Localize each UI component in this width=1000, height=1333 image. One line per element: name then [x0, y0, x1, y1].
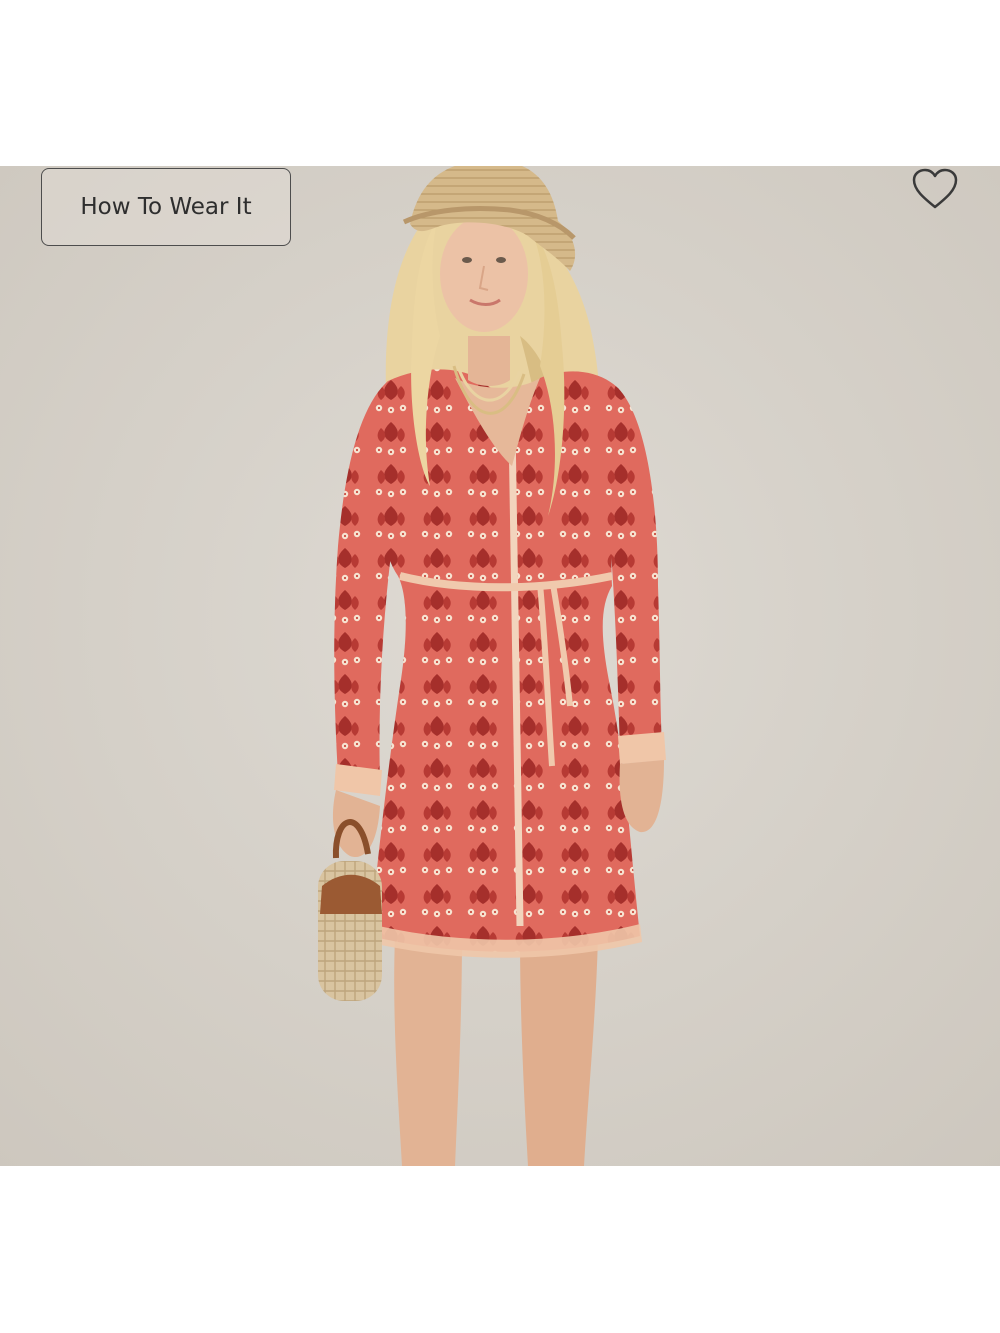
heart-outline-icon — [912, 168, 958, 209]
product-photo[interactable] — [0, 166, 1000, 1166]
model-illustration — [0, 166, 1000, 1166]
how-to-wear-it-button[interactable]: How To Wear It — [41, 168, 291, 246]
product-page: How To Wear It — [0, 0, 1000, 1333]
favorite-button[interactable] — [905, 164, 965, 214]
